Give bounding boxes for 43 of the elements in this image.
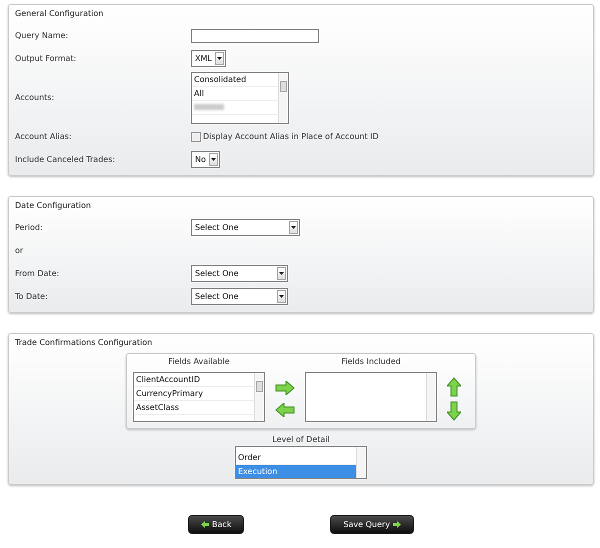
column-heading: Fields Available	[168, 357, 230, 366]
dropdown[interactable]: No	[191, 151, 220, 168]
left-arrow-icon[interactable]	[275, 403, 295, 417]
blurred-entry	[194, 104, 224, 110]
right-arrow-icon[interactable]	[275, 381, 295, 395]
scrollbar[interactable]	[254, 373, 264, 421]
column-heading: Fields Included	[341, 357, 401, 366]
checkbox[interactable]	[191, 132, 201, 142]
section-title: Trade Confirmations Configuration	[15, 338, 154, 347]
field-label: Period:	[15, 223, 44, 232]
field-label: From Date:	[15, 269, 60, 278]
field-label: or	[15, 246, 24, 255]
caret-icon	[279, 272, 284, 275]
left-arrow-icon	[201, 521, 210, 528]
field-label: Output Format:	[15, 54, 78, 63]
fields-included-listbox[interactable]	[305, 372, 437, 422]
field-label: Query Name:	[15, 31, 70, 40]
caret-icon	[210, 158, 216, 161]
column-heading: Level of Detail	[272, 435, 330, 444]
section-title: General Configuration	[15, 9, 104, 18]
dropdown[interactable]: Select One	[191, 288, 288, 305]
right-arrow-icon	[392, 521, 401, 528]
level-of-detail-listbox[interactable]: Order Execution	[235, 446, 367, 479]
action-button[interactable]: Back	[188, 515, 244, 534]
dropdown[interactable]: Select One	[191, 265, 288, 282]
query-name-field[interactable]	[191, 28, 319, 42]
down-arrow-icon[interactable]	[447, 401, 461, 421]
checkbox-label: Display Account Alias in Place of Account ID	[203, 132, 379, 141]
field-label: To Date:	[15, 292, 49, 301]
dropdown[interactable]: Select One	[191, 219, 300, 236]
field-label: Include Canceled Trades:	[15, 155, 116, 164]
accounts-listbox[interactable]: Consolidated All	[191, 72, 289, 124]
caret-icon	[279, 295, 284, 298]
caret-icon	[291, 226, 296, 229]
section-title: Date Configuration	[15, 201, 92, 210]
scrollbar[interactable]	[278, 72, 288, 122]
field-label: Account Alias:	[15, 132, 73, 141]
field-label: Accounts:	[15, 93, 56, 102]
dropdown[interactable]: XML	[191, 50, 226, 67]
fields-available-listbox[interactable]: ClientAccountID CurrencyPrimary AssetClass	[133, 372, 265, 422]
action-button[interactable]: Save Query	[330, 515, 414, 534]
caret-icon	[216, 57, 222, 60]
up-arrow-icon[interactable]	[447, 377, 461, 397]
